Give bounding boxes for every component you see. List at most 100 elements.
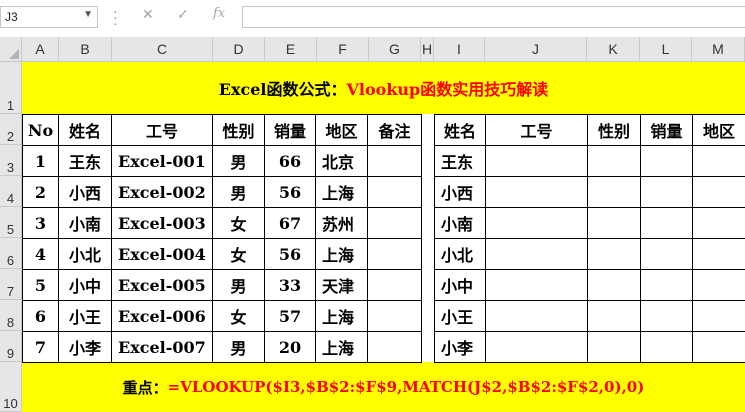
data-cell[interactable]: 5 <box>22 269 59 301</box>
name-cell[interactable]: 王东 <box>434 145 486 177</box>
data-cell[interactable]: 男 <box>212 331 265 363</box>
row-header-5[interactable]: 5 <box>0 207 22 238</box>
empty-cell[interactable] <box>640 331 693 363</box>
column-header-l[interactable]: L <box>640 37 692 62</box>
data-cell[interactable]: 女 <box>212 300 265 332</box>
empty-cell[interactable] <box>692 331 745 363</box>
data-cell[interactable]: 33 <box>264 269 316 301</box>
insert-function-icon[interactable]: fx <box>213 6 225 21</box>
header-cell[interactable]: 地区 <box>692 114 745 146</box>
data-cell[interactable]: 北京 <box>315 145 368 177</box>
name-cell[interactable]: 小北 <box>434 238 486 270</box>
data-cell[interactable]: 2 <box>22 176 59 208</box>
data-cell[interactable]: 小李 <box>58 331 112 363</box>
chevron-down-icon[interactable]: ▼ <box>83 9 93 20</box>
column-header-a[interactable]: A <box>22 37 59 62</box>
empty-cell[interactable] <box>640 269 693 301</box>
header-cell[interactable]: No <box>22 114 59 146</box>
row-header-10[interactable]: 10 <box>0 362 22 412</box>
header-cell[interactable]: 销量 <box>264 114 316 146</box>
column-header-f[interactable]: F <box>317 37 369 62</box>
data-cell[interactable]: 上海 <box>315 238 368 270</box>
name-cell[interactable]: 小王 <box>434 300 486 332</box>
column-header-b[interactable]: B <box>59 37 112 62</box>
row-header-7[interactable]: 7 <box>0 269 22 300</box>
empty-cell[interactable] <box>692 176 745 208</box>
data-cell[interactable]: Excel-003 <box>111 207 213 239</box>
column-header-j[interactable]: J <box>485 37 587 62</box>
empty-cell[interactable] <box>587 269 641 301</box>
header-cell[interactable]: 姓名 <box>58 114 112 146</box>
empty-cell[interactable] <box>640 207 693 239</box>
column-header-m[interactable]: M <box>692 37 745 62</box>
data-cell[interactable]: 上海 <box>315 331 368 363</box>
empty-cell[interactable] <box>692 207 745 239</box>
data-cell[interactable] <box>367 331 422 363</box>
data-cell[interactable]: 王东 <box>58 145 112 177</box>
data-cell[interactable]: 3 <box>22 207 59 239</box>
data-cell[interactable]: 6 <box>22 300 59 332</box>
empty-cell[interactable] <box>587 145 641 177</box>
more-options-icon[interactable]: · · · <box>113 4 118 30</box>
header-cell[interactable]: 性别 <box>587 114 641 146</box>
row-header-2[interactable]: 2 <box>0 114 22 145</box>
header-cell[interactable]: 工号 <box>485 114 588 146</box>
empty-cell[interactable] <box>692 238 745 270</box>
data-cell[interactable] <box>367 207 422 239</box>
column-header-d[interactable]: D <box>213 37 265 62</box>
empty-cell[interactable] <box>485 331 588 363</box>
data-cell[interactable]: 天津 <box>315 269 368 301</box>
header-cell[interactable]: 备注 <box>367 114 422 146</box>
empty-cell[interactable] <box>485 269 588 301</box>
data-cell[interactable]: 小北 <box>58 238 112 270</box>
column-header-k[interactable]: K <box>587 37 640 62</box>
data-cell[interactable]: 男 <box>212 176 265 208</box>
data-cell[interactable] <box>367 145 422 177</box>
column-header-c[interactable]: C <box>112 37 213 62</box>
empty-cell[interactable] <box>587 331 641 363</box>
data-cell[interactable]: 57 <box>264 300 316 332</box>
data-cell[interactable]: 男 <box>212 269 265 301</box>
cancel-icon[interactable]: ✕ <box>142 6 154 23</box>
empty-cell[interactable] <box>587 300 641 332</box>
empty-cell[interactable] <box>640 176 693 208</box>
header-cell[interactable]: 地区 <box>315 114 368 146</box>
row-header-9[interactable]: 9 <box>0 331 22 362</box>
name-box[interactable]: J3 ▼ <box>0 6 98 28</box>
name-cell[interactable]: 小李 <box>434 331 486 363</box>
empty-cell[interactable] <box>485 207 588 239</box>
data-cell[interactable]: 上海 <box>315 300 368 332</box>
empty-cell[interactable] <box>692 300 745 332</box>
data-cell[interactable]: 女 <box>212 238 265 270</box>
data-cell[interactable]: 56 <box>264 176 316 208</box>
empty-cell[interactable] <box>485 176 588 208</box>
data-cell[interactable] <box>367 176 422 208</box>
data-cell[interactable]: 小中 <box>58 269 112 301</box>
header-cell[interactable]: 工号 <box>111 114 213 146</box>
data-cell[interactable]: Excel-001 <box>111 145 213 177</box>
name-cell[interactable]: 小南 <box>434 207 486 239</box>
data-cell[interactable]: Excel-002 <box>111 176 213 208</box>
empty-cell[interactable] <box>692 269 745 301</box>
data-cell[interactable]: 66 <box>264 145 316 177</box>
data-cell[interactable]: Excel-006 <box>111 300 213 332</box>
empty-cell[interactable] <box>587 207 641 239</box>
data-cell[interactable]: 上海 <box>315 176 368 208</box>
row-header-6[interactable]: 6 <box>0 238 22 269</box>
column-header-g[interactable]: G <box>369 37 421 62</box>
empty-cell[interactable] <box>485 238 588 270</box>
data-cell[interactable]: Excel-005 <box>111 269 213 301</box>
data-cell[interactable]: 小西 <box>58 176 112 208</box>
empty-cell[interactable] <box>640 238 693 270</box>
empty-cell[interactable] <box>485 145 588 177</box>
data-cell[interactable]: 7 <box>22 331 59 363</box>
row-header-4[interactable]: 4 <box>0 176 22 207</box>
data-cell[interactable] <box>367 269 422 301</box>
column-header-i[interactable]: I <box>434 37 485 62</box>
formula-input[interactable] <box>242 6 745 28</box>
data-cell[interactable]: Excel-007 <box>111 331 213 363</box>
data-cell[interactable] <box>367 238 422 270</box>
name-cell[interactable]: 小西 <box>434 176 486 208</box>
data-cell[interactable]: 56 <box>264 238 316 270</box>
empty-cell[interactable] <box>640 145 693 177</box>
